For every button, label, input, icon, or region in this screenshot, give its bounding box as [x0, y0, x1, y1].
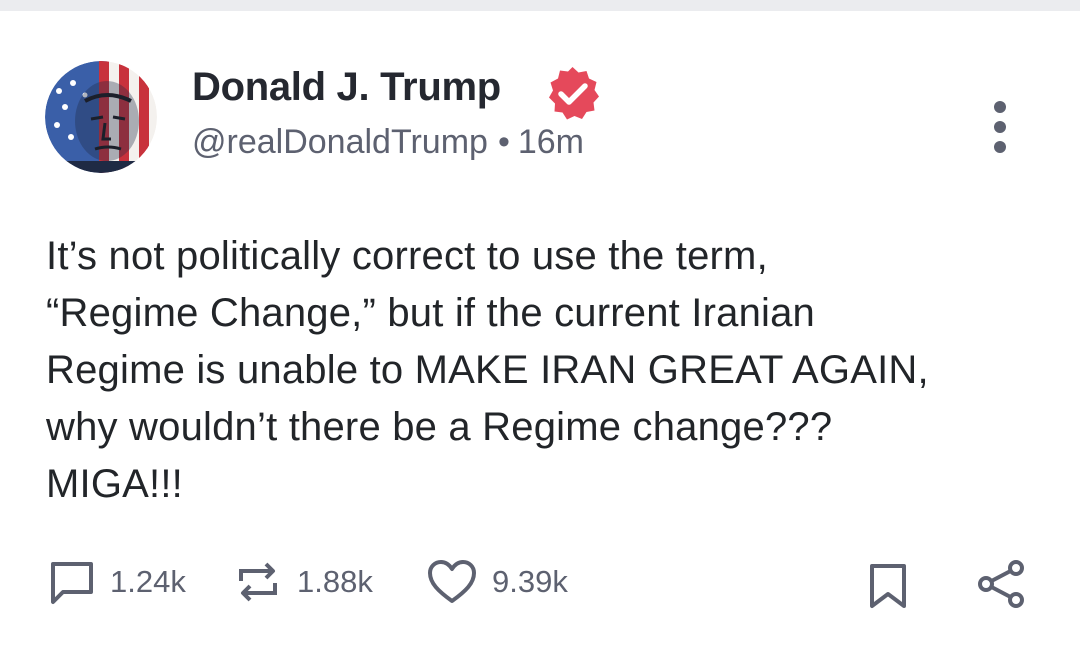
- avatar-image: [45, 61, 157, 173]
- repost-icon: [239, 562, 277, 602]
- post-text-line: Regime is unable to MAKE IRAN GREAT AGAI…: [46, 348, 929, 392]
- post-timestamp[interactable]: 16m: [518, 123, 584, 161]
- post-text-line: “Regime Change,” but if the current Iran…: [46, 291, 815, 335]
- author-display-name[interactable]: Donald J. Trump: [192, 65, 501, 110]
- post-text-line: MIGA!!!: [46, 462, 183, 506]
- comment-icon: [51, 562, 93, 604]
- verified-badge-icon: [544, 65, 601, 122]
- repost-button[interactable]: 1.88k: [233, 556, 373, 608]
- share-icon: [978, 560, 1024, 608]
- share-button[interactable]: [975, 558, 1027, 610]
- heart-icon: [428, 560, 476, 603]
- author-handle[interactable]: @realDonaldTrump: [192, 123, 488, 161]
- more-vertical-icon[interactable]: [983, 99, 1017, 155]
- repost-count: 1.88k: [297, 564, 373, 599]
- post-card[interactable]: Donald J. Trump @realDonaldTrump • 16m It’…: [0, 11, 1080, 654]
- bookmark-icon: [870, 564, 906, 608]
- action-bar: 1.24k 1.88k 9.39k: [0, 556, 1080, 608]
- post-body: It’s not politically correct to use the …: [46, 228, 1046, 513]
- meta-separator: •: [497, 123, 510, 161]
- post-text-line: It’s not politically correct to use the …: [46, 234, 768, 278]
- bookmark-button[interactable]: [868, 560, 908, 612]
- author-meta: @realDonaldTrump • 16m: [192, 123, 584, 162]
- avatar[interactable]: [45, 61, 157, 173]
- post-text-line: why wouldn’t there be a Regime change???: [46, 405, 833, 449]
- reply-button[interactable]: 1.24k: [48, 556, 186, 608]
- like-button[interactable]: 9.39k: [426, 556, 568, 608]
- reply-count: 1.24k: [110, 564, 186, 599]
- top-divider: [0, 0, 1080, 11]
- like-count: 9.39k: [492, 564, 568, 599]
